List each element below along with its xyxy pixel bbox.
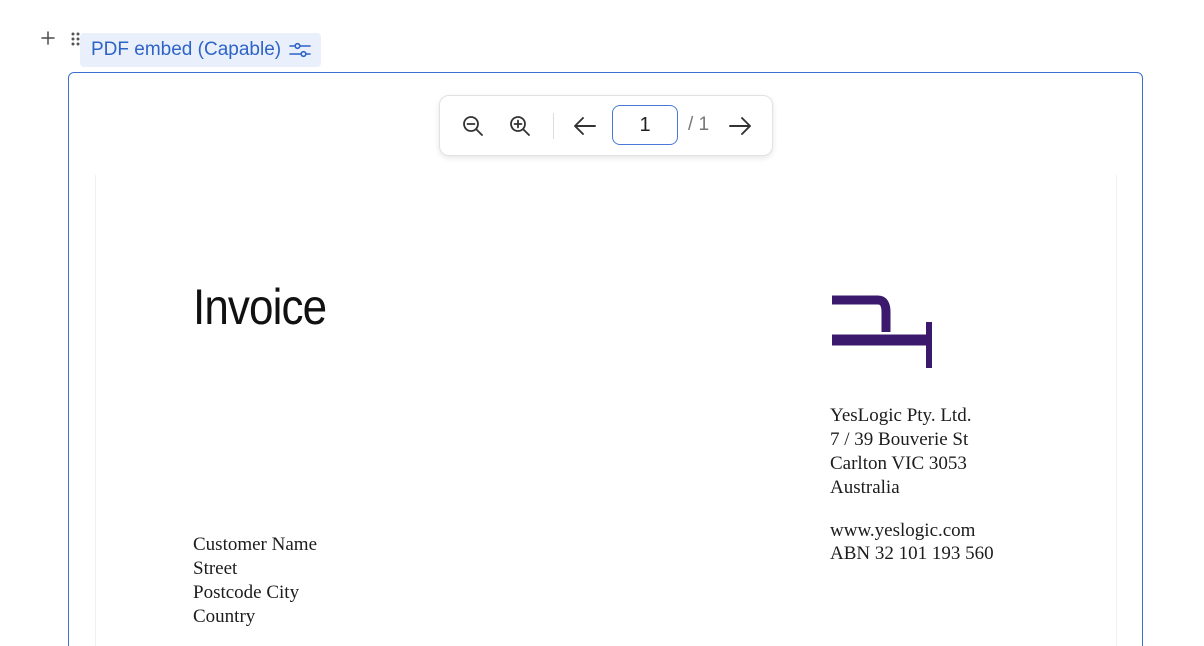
abn-text: ABN 32 101 193 560 bbox=[830, 543, 994, 564]
sliders-icon[interactable] bbox=[289, 41, 311, 59]
address-line: Carlton VIC 3053 bbox=[830, 453, 967, 474]
page-total-label: / 1 bbox=[688, 114, 710, 135]
zoom-out-button[interactable] bbox=[457, 110, 489, 142]
zoom-in-icon bbox=[510, 116, 530, 136]
arrow-right-icon bbox=[729, 117, 751, 135]
address-line: Customer Name bbox=[193, 534, 318, 555]
add-block-button[interactable] bbox=[38, 28, 58, 48]
customer-address: Customer Name Street Postcode City Count… bbox=[193, 533, 317, 629]
zoom-in-button[interactable] bbox=[504, 110, 536, 142]
embed-label-text: PDF embed (Capable) bbox=[91, 39, 282, 60]
invoice-title: Invoice bbox=[193, 279, 327, 335]
website-text: www.yeslogic.com bbox=[830, 520, 976, 541]
address-line: Australia bbox=[830, 477, 900, 498]
page-number-input[interactable] bbox=[612, 105, 678, 145]
next-page-button[interactable] bbox=[724, 110, 756, 142]
company-web-info: www.yeslogic.com ABN 32 101 193 560 bbox=[830, 519, 994, 565]
arrow-left-icon bbox=[574, 117, 596, 135]
address-line: 7 / 39 Bouverie St bbox=[830, 429, 969, 450]
company-logo bbox=[832, 295, 932, 368]
pdf-toolbar: / 1 bbox=[439, 95, 773, 156]
plus-icon bbox=[41, 31, 55, 45]
embed-type-label[interactable]: PDF embed (Capable) bbox=[80, 33, 322, 67]
previous-page-button[interactable] bbox=[569, 110, 601, 142]
address-line: YesLogic Pty. Ltd. bbox=[830, 405, 972, 426]
address-line: Country bbox=[193, 606, 256, 627]
address-line: Postcode City bbox=[193, 582, 300, 603]
zoom-out-icon bbox=[463, 116, 483, 136]
company-address: YesLogic Pty. Ltd. 7 / 39 Bouverie St Ca… bbox=[830, 404, 971, 500]
address-line: Street bbox=[193, 558, 238, 579]
toolbar-divider bbox=[553, 113, 554, 139]
